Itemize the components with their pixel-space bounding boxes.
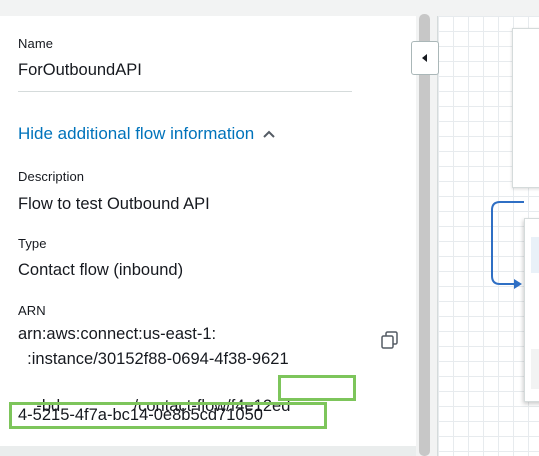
caret-left-icon [422, 54, 427, 62]
name-label: Name [18, 36, 54, 51]
copy-icon[interactable] [380, 330, 400, 350]
flow-id-highlight-box-1 [278, 375, 356, 401]
arn-line-2: :instance/30152f88-0694-4f38-9621 [18, 350, 289, 368]
toggle-label: Hide additional flow information [18, 124, 255, 143]
panel-footer [0, 446, 416, 456]
type-value: Contact flow (inbound) [18, 261, 184, 279]
collapse-panel-button[interactable] [411, 41, 439, 75]
flow-info-panel: Name ForOutboundAPI Hide additional flow… [0, 0, 416, 456]
panel-scrollbar[interactable] [419, 14, 430, 456]
arn-line-1: arn:aws:connect:us-east-1: [18, 325, 217, 343]
description-value: Flow to test Outbound API [18, 195, 210, 213]
arn-label: ARN [18, 303, 46, 318]
flow-block-bottom[interactable] [524, 218, 539, 402]
divider [18, 91, 352, 92]
arrow-right-icon [514, 279, 522, 289]
name-value: ForOutboundAPI [18, 61, 142, 79]
type-label: Type [18, 236, 47, 251]
connector-line [491, 201, 524, 289]
hide-flow-info-toggle[interactable]: Hide additional flow information [18, 124, 276, 144]
description-label: Description [18, 169, 85, 184]
chevron-up-icon [263, 130, 275, 138]
flow-block-top[interactable] [512, 28, 539, 188]
block-footer-strip [531, 349, 539, 389]
flow-id-highlight-box-2 [9, 402, 327, 429]
block-header-strip [531, 237, 539, 273]
